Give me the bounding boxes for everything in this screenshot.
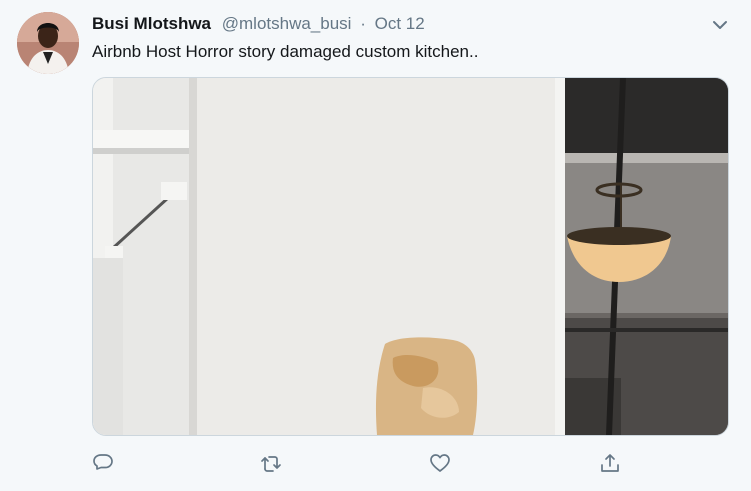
tweet-date[interactable]: Oct 12 (375, 14, 425, 33)
author-handle[interactable]: @mlotshwa_busi (222, 14, 352, 33)
heart-icon[interactable] (429, 452, 455, 478)
tweet-photo[interactable] (92, 77, 729, 436)
tweet-card[interactable]: Busi Mlotshwa @mlotshwa_busi · Oct 12 Ai… (0, 0, 751, 491)
kitchen-photo (93, 78, 728, 435)
avatar[interactable] (17, 12, 79, 74)
tweet-text: Airbnb Host Horror story damaged custom … (92, 42, 479, 61)
tweet-actions (92, 452, 632, 478)
reply-icon[interactable] (92, 452, 118, 478)
separator: · (360, 14, 366, 33)
avatar-image (17, 12, 79, 74)
retweet-icon[interactable] (260, 452, 286, 478)
chevron-down-icon[interactable] (711, 16, 729, 34)
author-name[interactable]: Busi Mlotshwa (92, 14, 211, 33)
share-icon[interactable] (599, 452, 625, 478)
tweet-header: Busi Mlotshwa @mlotshwa_busi · Oct 12 (92, 14, 425, 34)
